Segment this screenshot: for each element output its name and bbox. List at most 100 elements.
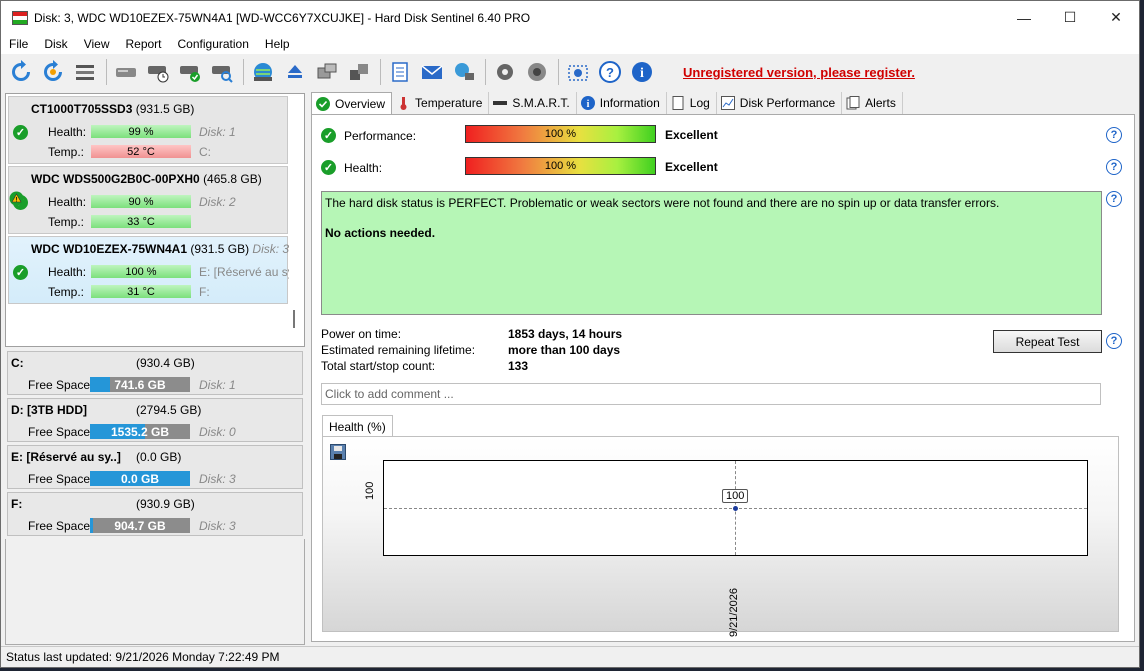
toolbar-separator: [106, 59, 107, 85]
tab-overview[interactable]: Overview: [311, 92, 393, 115]
volume-entry[interactable]: F: (930.9 GB) Free Space 904.7 GB Disk: …: [7, 492, 303, 536]
refresh-icon[interactable]: [7, 58, 35, 86]
free-space-value: 741.6 GB: [114, 377, 166, 392]
maximize-button[interactable]: ☐: [1047, 1, 1093, 34]
menu-report[interactable]: Report: [117, 37, 169, 51]
globe-icon[interactable]: [249, 58, 277, 86]
menu-disk[interactable]: Disk: [36, 37, 75, 51]
chart-icon: [720, 96, 735, 110]
disk-entry[interactable]: CT1000T705SSD3 (931.5 GB) ✓ Health: 99 %…: [8, 96, 288, 164]
tab-alerts[interactable]: Alerts: [842, 92, 903, 114]
disk-entry[interactable]: WDC WDS500G2B0C-00PXH0 (465.8 GB) ✓ Heal…: [8, 166, 288, 234]
volume-entry[interactable]: E: [Réservé au sy..] (0.0 GB) Free Space…: [7, 445, 303, 489]
disk-timer-icon[interactable]: [144, 58, 172, 86]
disk-list-icon[interactable]: [71, 58, 99, 86]
help-icon[interactable]: ?: [1106, 333, 1122, 349]
tab-temperature[interactable]: Temperature: [392, 92, 490, 114]
y-tick-label: 100: [364, 481, 376, 500]
free-space-label: Free Space: [28, 519, 91, 533]
network-icon[interactable]: [450, 58, 478, 86]
repeat-test-button[interactable]: Repeat Test: [993, 330, 1102, 353]
menu-file[interactable]: File: [1, 37, 36, 51]
screenshot-icon[interactable]: [564, 58, 592, 86]
disk-number: Disk: 2: [199, 195, 236, 209]
temp-bar: 31 °C: [91, 285, 191, 298]
warning-icon: !: [9, 191, 24, 206]
disk-search-icon[interactable]: [208, 58, 236, 86]
free-space-bar: 741.6 GB: [90, 377, 190, 392]
minimize-button[interactable]: —: [1001, 1, 1047, 34]
volume-disk: Disk: 3: [199, 472, 236, 486]
disk-size: (465.8 GB): [203, 172, 262, 186]
help-icon[interactable]: ?: [596, 58, 624, 86]
disk-volumes: F:: [199, 285, 210, 299]
free-space-label: Free Space: [28, 425, 91, 439]
disk-list: CT1000T705SSD3 (931.5 GB) ✓ Health: 99 %…: [5, 93, 305, 347]
info-icon[interactable]: i: [628, 58, 656, 86]
scrollbar-thumb[interactable]: [293, 310, 295, 328]
tab-label: Overview: [335, 97, 386, 111]
startstop-value: 133: [508, 359, 529, 373]
free-space-bar: 1535.2 GB: [90, 424, 190, 439]
window-title: Disk: 3, WDC WD10EZEX-75WN4A1 [WD-WCC6Y7…: [34, 10, 531, 25]
check-icon: [316, 97, 330, 111]
free-space-value: 0.0 GB: [120, 471, 159, 486]
status-box: The hard disk status is PERFECT. Problem…: [321, 191, 1102, 315]
disk-icon[interactable]: [112, 58, 140, 86]
speaker-icon[interactable]: [523, 58, 551, 86]
tab-label: Alerts: [865, 96, 896, 110]
health-ok-icon: ✓: [321, 160, 336, 175]
volume-name: F:: [11, 497, 23, 511]
comment-input[interactable]: Click to add comment ...: [321, 383, 1101, 405]
disk-size: (931.5 GB): [190, 242, 250, 256]
svg-text:i: i: [640, 66, 644, 81]
health-ok-icon: ✓: [13, 265, 28, 280]
volume-size: (0.0 GB): [136, 450, 182, 464]
help-icon[interactable]: ?: [1106, 159, 1122, 175]
health-bar: 99 %: [91, 125, 191, 138]
volume-disk: Disk: 0: [199, 425, 236, 439]
gear-icon[interactable]: [491, 58, 519, 86]
performance-ok-icon: ✓: [321, 128, 336, 143]
help-icon[interactable]: ?: [1106, 191, 1122, 207]
free-space-fill: [90, 377, 110, 392]
tab-smart[interactable]: S.M.A.R.T.: [489, 92, 577, 114]
app-icon: [12, 10, 28, 25]
free-space-fill: [90, 518, 93, 533]
tab-label: Disk Performance: [739, 96, 836, 110]
tab-health-chart[interactable]: Health (%): [322, 415, 393, 437]
tab-information[interactable]: i Information: [576, 92, 667, 114]
disk-volumes: C:: [199, 145, 211, 159]
register-link[interactable]: Unregistered version, please register.: [683, 65, 915, 80]
menu-view[interactable]: View: [76, 37, 118, 51]
health-label: Health:: [48, 265, 87, 279]
disk-number: Disk: 1: [199, 125, 236, 139]
disk-check-icon[interactable]: [176, 58, 204, 86]
tab-log[interactable]: Log: [666, 92, 717, 114]
toolbar-separator: [243, 59, 244, 85]
report-icon[interactable]: [386, 58, 414, 86]
health-rating: Excellent: [665, 160, 718, 174]
tab-disk-performance[interactable]: Disk Performance: [716, 92, 843, 114]
volume-entry[interactable]: C: (930.4 GB) Free Space 741.6 GB Disk: …: [7, 351, 303, 395]
close-button[interactable]: ✕: [1093, 1, 1139, 34]
disk-entry-selected[interactable]: WDC WD10EZEX-75WN4A1 (931.5 GB) Disk: 3 …: [8, 236, 289, 304]
mail-icon[interactable]: [418, 58, 446, 86]
startstop-label: Total start/stop count:: [321, 359, 436, 373]
volume-panel-frame: [5, 539, 305, 645]
tab-strip: Overview Temperature S.M.A.R.T. i Inform…: [311, 92, 903, 115]
svg-text:?: ?: [606, 65, 614, 80]
disk-copy-icon[interactable]: [345, 58, 373, 86]
save-icon[interactable]: [330, 444, 346, 460]
menu-help[interactable]: Help: [257, 37, 298, 51]
drives-icon[interactable]: [313, 58, 341, 86]
disk-name: WDC WD10EZEX-75WN4A1: [31, 242, 188, 256]
eject-icon[interactable]: [281, 58, 309, 86]
help-icon[interactable]: ?: [1106, 127, 1122, 143]
health-label: Health:: [48, 195, 87, 209]
menu-configuration[interactable]: Configuration: [170, 37, 257, 51]
performance-rating: Excellent: [665, 128, 718, 142]
refresh-all-icon[interactable]: [39, 58, 67, 86]
volume-entry[interactable]: D: [3TB HDD] (2794.5 GB) Free Space 1535…: [7, 398, 303, 442]
volume-name: D: [3TB HDD]: [11, 403, 87, 417]
